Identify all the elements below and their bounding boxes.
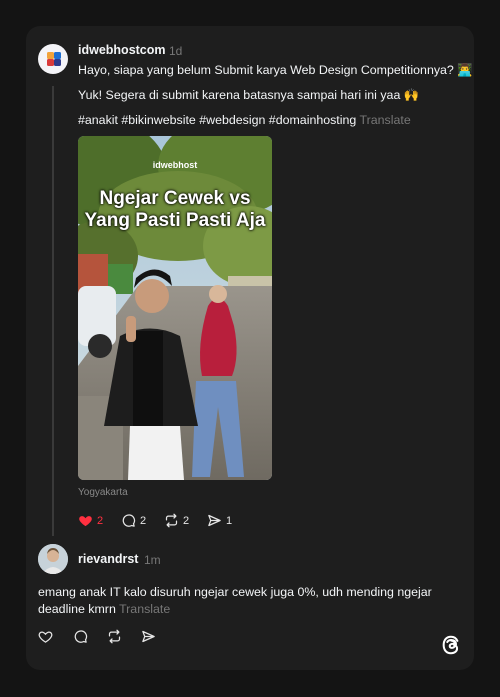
hashtag-links[interactable]: #anakit #bikinwebsite #webdesign #domain… [78, 113, 356, 127]
reply-share-button[interactable] [141, 629, 156, 644]
repost-count: 2 [183, 514, 190, 527]
repost-icon [108, 629, 121, 644]
comment-bubble-icon [122, 514, 136, 527]
share-button[interactable]: 1 [207, 513, 232, 528]
share-count: 1 [226, 514, 233, 527]
thread-card: idwebhostcom 1d Hayo, siapa yang belum S… [26, 26, 474, 670]
post-location[interactable]: Yogyakarta [78, 487, 128, 498]
video-brand-watermark: idwebhost [152, 160, 198, 170]
post-text-line2: Yuk! Segera di submit karena batasnya sa… [78, 88, 420, 102]
avatar-photo [38, 544, 68, 574]
post-hashtags: #anakit #bikinwebsite #webdesign #domain… [78, 111, 411, 129]
video-title-line1: Ngejar Cewek vs [99, 188, 251, 209]
post-timestamp[interactable]: 1d [169, 44, 182, 58]
reply-translate-link[interactable]: Translate [119, 602, 170, 616]
send-icon [208, 514, 221, 527]
reply-text-line1: emang anak IT kalo disuruh ngejar cewek … [38, 585, 432, 599]
reply-repost-button[interactable] [107, 629, 122, 644]
avatar-rievandrst[interactable] [38, 544, 68, 574]
heart-icon [79, 516, 92, 527]
comment-bubble-icon [74, 630, 88, 643]
post-video[interactable]: idwebhost Ngejar Cewek vs Yang Pasti Pas… [78, 136, 272, 480]
reply-comment-button[interactable] [73, 629, 88, 644]
thread-line [52, 86, 54, 536]
reply-timestamp[interactable]: 1m [144, 553, 161, 567]
reply-text-line2: deadline kmrn Translate [38, 600, 170, 618]
reply-username[interactable]: rievandrst [78, 552, 138, 566]
avatar-idwebhostcom[interactable] [38, 44, 68, 74]
heart-icon [38, 631, 53, 643]
comment-count: 2 [140, 514, 147, 527]
translate-link[interactable]: Translate [360, 113, 411, 127]
video-title-overlay: Ngejar Cewek vs Yang Pasti Pasti Aja [78, 188, 272, 232]
threads-logo-icon[interactable] [440, 634, 462, 656]
video-title-line2: Yang Pasti Pasti Aja [84, 210, 266, 231]
post-username[interactable]: idwebhostcom [78, 43, 166, 57]
reply-like-button[interactable] [38, 629, 53, 644]
like-button[interactable]: 2 [78, 513, 103, 528]
like-count: 2 [97, 514, 104, 527]
repost-icon [165, 513, 178, 528]
repost-button[interactable]: 2 [164, 513, 189, 528]
send-icon [142, 630, 155, 643]
post-text-line1: Hayo, siapa yang belum Submit karya Web … [78, 63, 473, 77]
reply-text-line2-content: deadline kmrn [38, 602, 116, 616]
comment-button[interactable]: 2 [121, 513, 146, 528]
